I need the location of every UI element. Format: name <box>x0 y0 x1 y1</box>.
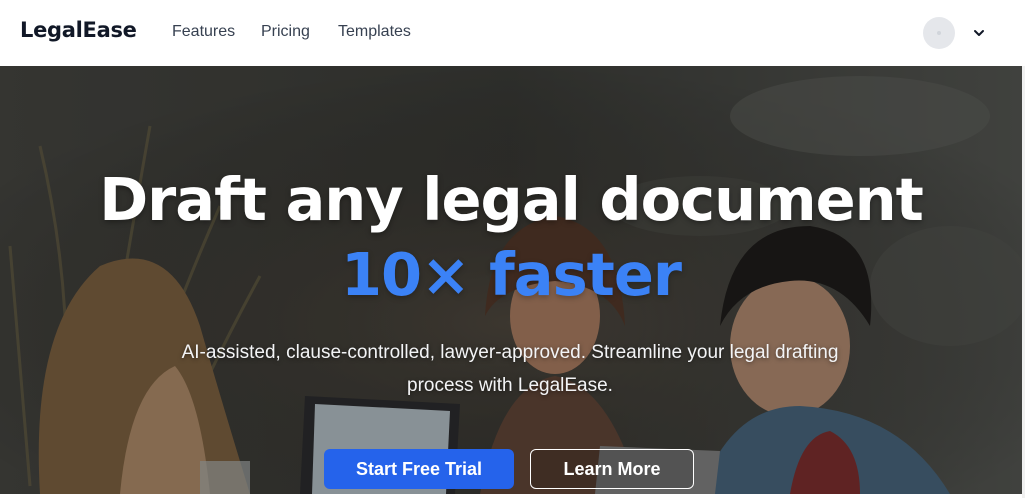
nav-link-features[interactable]: Features <box>172 23 235 41</box>
brand-logo[interactable]: LegalEase <box>20 18 137 42</box>
chevron-down-icon[interactable] <box>970 24 988 42</box>
hero-headline: Draft any legal document <box>99 165 924 234</box>
learn-more-button[interactable]: Learn More <box>530 449 694 489</box>
nav-link-pricing[interactable]: Pricing <box>261 23 310 41</box>
nav-link-templates[interactable]: Templates <box>338 23 411 41</box>
top-navbar: LegalEase Features Pricing Templates <box>0 0 1025 66</box>
user-avatar-icon[interactable] <box>923 17 955 49</box>
hero-section: Draft any legal document 10× faster AI-a… <box>0 66 1022 494</box>
hero-headline-accent: 10× faster <box>341 240 682 309</box>
start-free-trial-button[interactable]: Start Free Trial <box>324 449 514 489</box>
hero-subtitle: AI-assisted, clause-controlled, lawyer-a… <box>181 342 839 396</box>
